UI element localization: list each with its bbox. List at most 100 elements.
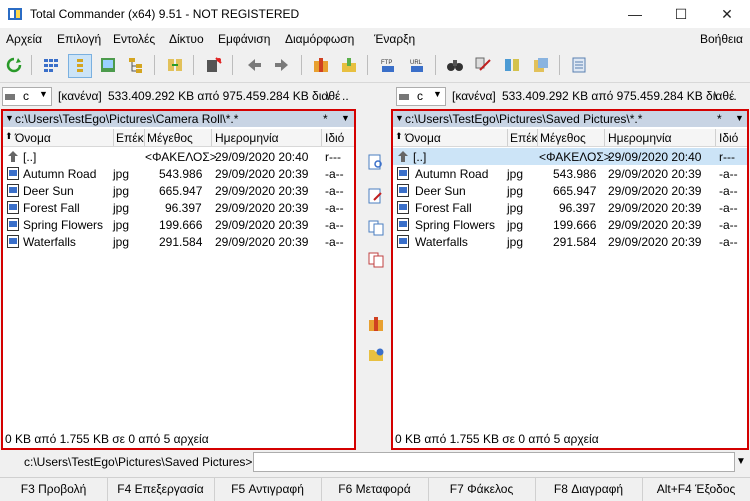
f7-newfolder-button[interactable]: F7 Φάκελος xyxy=(428,478,536,501)
full-view-icon[interactable] xyxy=(68,54,92,78)
col-size[interactable]: Μέγεθος xyxy=(540,131,586,145)
left-path: c:\Users\TestEgo\Pictures\Camera Roll\*.… xyxy=(15,112,239,126)
sync-dirs-icon[interactable] xyxy=(164,54,186,76)
file-row[interactable]: Forest Fall jpg 96.397 29/09/2020 20:39 … xyxy=(393,199,747,216)
col-date[interactable]: Ημερομηνία xyxy=(608,131,672,145)
select-icon[interactable] xyxy=(203,54,225,76)
history-chevron-icon[interactable]: ▼ xyxy=(341,113,350,123)
file-ext: jpg xyxy=(507,167,524,181)
col-size[interactable]: Μέγεθος xyxy=(147,131,193,145)
app-icon xyxy=(7,6,23,22)
col-ext[interactable]: Επέκ xyxy=(116,131,144,145)
image-file-icon xyxy=(397,201,409,214)
col-name[interactable]: Όνομα xyxy=(15,131,51,145)
compare-files-icon[interactable] xyxy=(501,54,523,76)
ftp-icon[interactable]: FTP xyxy=(377,54,399,76)
forward-arrow-icon[interactable] xyxy=(271,54,293,76)
edit-file-icon[interactable] xyxy=(366,186,386,206)
tree-icon[interactable] xyxy=(125,54,147,76)
left-drive-select[interactable]: c ▼ xyxy=(2,87,52,106)
minimize-button[interactable]: — xyxy=(612,0,658,28)
file-name: Waterfalls xyxy=(415,235,468,249)
menu-start[interactable]: Έναρξη xyxy=(374,32,415,46)
command-input[interactable] xyxy=(253,452,735,472)
left-column-header: ⬆ Όνομα Επέκ Μέγεθος Ημερομηνία Ιδιό xyxy=(3,129,354,147)
file-row[interactable]: Deer Sun jpg 665.947 29/09/2020 20:39 -a… xyxy=(393,182,747,199)
file-size: 543.986 xyxy=(159,167,203,181)
right-column-header: ⬆ Όνομα Επέκ Μέγεθος Ημερομηνία Ιδιό xyxy=(393,129,747,147)
pack-files-icon[interactable] xyxy=(366,314,386,334)
file-row[interactable]: Waterfalls jpg 291.584 29/09/2020 20:39 … xyxy=(393,233,747,250)
copy-file-icon[interactable] xyxy=(366,218,386,238)
file-row-selected[interactable]: [..] <ΦΑΚΕΛΟΣ> 29/09/2020 20:40 r--- xyxy=(393,148,747,165)
right-up-button[interactable]: .. xyxy=(730,89,737,103)
find-icon[interactable] xyxy=(444,54,466,76)
move-file-icon[interactable] xyxy=(366,250,386,270)
left-filter-star[interactable]: * xyxy=(323,112,328,126)
file-size: <ΦΑΚΕΛΟΣ> xyxy=(145,150,217,164)
maximize-button[interactable]: ☐ xyxy=(658,0,704,28)
menu-configuration[interactable]: Διαμόρφωση xyxy=(285,32,354,46)
file-size: 199.666 xyxy=(553,218,597,232)
notepad-icon[interactable] xyxy=(568,54,590,76)
col-ext[interactable]: Επέκ xyxy=(510,131,538,145)
file-attr: -a-- xyxy=(325,218,344,232)
multi-rename-icon[interactable] xyxy=(472,54,494,76)
f8-delete-button[interactable]: F8 Διαγραφή xyxy=(535,478,643,501)
menu-network[interactable]: Δίκτυο xyxy=(169,32,204,46)
file-row[interactable]: [..] <ΦΑΚΕΛΟΣ> 29/09/2020 20:40 r--- xyxy=(3,148,354,165)
f6-move-button[interactable]: F6 Μεταφορά xyxy=(321,478,429,501)
chevron-down-icon: ▼ xyxy=(5,113,14,123)
file-row[interactable]: Spring Flowers jpg 199.666 29/09/2020 20… xyxy=(3,216,354,233)
refresh-icon[interactable] xyxy=(3,54,25,76)
right-root-button[interactable]: \ xyxy=(714,89,717,103)
col-name[interactable]: Όνομα xyxy=(405,131,441,145)
file-size: <ΦΑΚΕΛΟΣ> xyxy=(539,150,611,164)
file-name: Forest Fall xyxy=(23,201,80,215)
f3-view-button[interactable]: F3 Προβολή xyxy=(0,478,108,501)
file-row[interactable]: Waterfalls jpg 291.584 29/09/2020 20:39 … xyxy=(3,233,354,250)
left-root-button[interactable]: \ xyxy=(326,89,329,103)
unpack-icon[interactable] xyxy=(338,54,360,76)
command-line: c:\Users\TestEgo\Pictures\Saved Pictures… xyxy=(0,451,750,473)
col-attr[interactable]: Ιδιό xyxy=(719,131,738,145)
back-arrow-icon[interactable] xyxy=(243,54,265,76)
new-folder-icon[interactable] xyxy=(366,344,386,364)
file-attr: -a-- xyxy=(719,218,738,232)
file-ext: jpg xyxy=(113,235,130,249)
f5-copy-button[interactable]: F5 Αντιγραφή xyxy=(214,478,322,501)
file-row[interactable]: Spring Flowers jpg 199.666 29/09/2020 20… xyxy=(393,216,747,233)
col-attr[interactable]: Ιδιό xyxy=(325,131,344,145)
chevron-down-icon[interactable]: ▼ xyxy=(734,452,748,472)
command-prompt: c:\Users\TestEgo\Pictures\Saved Pictures… xyxy=(24,455,253,469)
image-file-icon xyxy=(7,167,19,180)
menu-show[interactable]: Εμφάνιση xyxy=(218,32,270,46)
file-row[interactable]: Autumn Road jpg 543.986 29/09/2020 20:39… xyxy=(3,165,354,182)
file-date: 29/09/2020 20:40 xyxy=(608,150,702,164)
menu-commands[interactable]: Εντολές xyxy=(113,32,155,46)
right-drive-select[interactable]: c ▼ xyxy=(396,87,446,106)
history-chevron-icon[interactable]: ▼ xyxy=(735,113,744,123)
brief-view-icon[interactable] xyxy=(40,54,62,76)
right-drive-label: [κανένα] xyxy=(452,89,496,103)
file-row[interactable]: Forest Fall jpg 96.397 29/09/2020 20:39 … xyxy=(3,199,354,216)
file-row[interactable]: Autumn Road jpg 543.986 29/09/2020 20:39… xyxy=(393,165,747,182)
sync-icon[interactable] xyxy=(530,54,552,76)
view-file-icon[interactable] xyxy=(366,152,386,172)
menu-files[interactable]: Αρχεία xyxy=(6,32,42,46)
file-row[interactable]: Deer Sun jpg 665.947 29/09/2020 20:39 -a… xyxy=(3,182,354,199)
left-up-button[interactable]: .. xyxy=(342,89,349,103)
url-icon[interactable]: URL xyxy=(406,54,428,76)
exit-button[interactable]: Alt+F4 Έξοδος xyxy=(642,478,750,501)
f4-edit-button[interactable]: F4 Επεξεργασία xyxy=(107,478,215,501)
image-file-icon xyxy=(7,201,19,214)
menu-select[interactable]: Επιλογή xyxy=(57,32,101,46)
right-path-bar[interactable]: ▼ c:\Users\TestEgo\Pictures\Saved Pictur… xyxy=(393,111,747,127)
menu-help[interactable]: Βοήθεια xyxy=(700,32,743,46)
left-path-bar[interactable]: ▼ c:\Users\TestEgo\Pictures\Camera Roll\… xyxy=(3,111,354,127)
close-button[interactable]: ✕ xyxy=(704,0,750,28)
col-date[interactable]: Ημερομηνία xyxy=(215,131,279,145)
pack-icon[interactable] xyxy=(310,54,332,76)
thumbnails-icon[interactable] xyxy=(97,54,119,76)
right-filter-star[interactable]: * xyxy=(717,112,722,126)
